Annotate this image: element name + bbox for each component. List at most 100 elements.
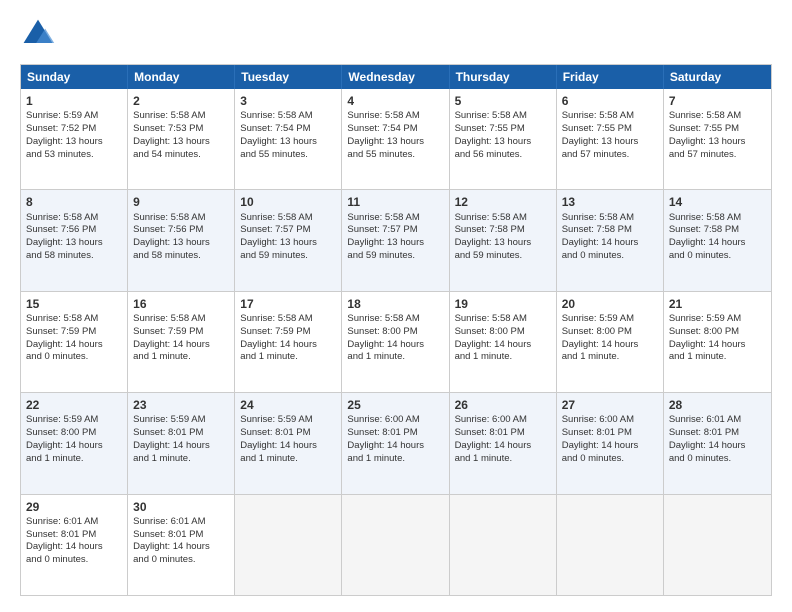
day-number: 17 [240,296,336,312]
day-info-line: and 0 minutes. [562,250,658,263]
day-cell-12: 12Sunrise: 5:58 AMSunset: 7:58 PMDayligh… [450,190,557,290]
day-info-line: Sunrise: 5:58 AM [347,110,443,123]
day-info-line: Daylight: 14 hours [133,339,229,352]
day-info-line: Sunset: 7:58 PM [562,224,658,237]
day-cell-25: 25Sunrise: 6:00 AMSunset: 8:01 PMDayligh… [342,393,449,493]
day-info-line: Sunset: 7:55 PM [562,123,658,136]
day-cell-13: 13 Sunrise: 5:58 AMSunset: 7:58 PMDayligh… [557,190,664,290]
day-info-line: Daylight: 13 hours [26,136,122,149]
day-info-line: Sunrise: 5:58 AM [240,212,336,225]
day-info-line: Sunrise: 5:59 AM [562,313,658,326]
day-cell-19: 19Sunrise: 5:58 AMSunset: 8:00 PMDayligh… [450,292,557,392]
weekday-header-saturday: Saturday [664,65,771,89]
day-info-line: and 58 minutes. [133,250,229,263]
day-number: 28 [669,397,766,413]
day-info-line: and 1 minute. [240,453,336,466]
day-info-line: and 0 minutes. [669,250,766,263]
day-info-line: Daylight: 14 hours [133,440,229,453]
day-cell-26: 26Sunrise: 6:00 AMSunset: 8:01 PMDayligh… [450,393,557,493]
day-number: 3 [240,93,336,109]
day-info-line: Sunset: 8:01 PM [133,427,229,440]
day-cell-11: 11Sunrise: 5:58 AMSunset: 7:57 PMDayligh… [342,190,449,290]
day-info-line: Sunrise: 5:58 AM [669,212,766,225]
day-info-line: Daylight: 14 hours [562,339,658,352]
day-info-line: Sunrise: 5:58 AM [562,212,658,225]
day-info-line: Daylight: 14 hours [347,440,443,453]
day-info-line: Sunrise: 5:59 AM [26,110,122,123]
day-info-line: Sunrise: 6:00 AM [562,414,658,427]
weekday-header-friday: Friday [557,65,664,89]
day-info-line: Daylight: 14 hours [26,541,122,554]
day-cell-4: 4Sunrise: 5:58 AMSunset: 7:54 PMDaylight… [342,89,449,189]
logo [20,16,62,52]
day-info-line: and 1 minute. [669,351,766,364]
day-number: 18 [347,296,443,312]
day-info-line: Sunset: 7:58 PM [669,224,766,237]
weekday-header-monday: Monday [128,65,235,89]
day-number: 2 [133,93,229,109]
day-cell-15: 15Sunrise: 5:58 AMSunset: 7:59 PMDayligh… [21,292,128,392]
day-info-line: and 1 minute. [347,453,443,466]
day-info-line: and 1 minute. [562,351,658,364]
day-number: 9 [133,194,229,210]
weekday-header-wednesday: Wednesday [342,65,449,89]
day-info-line: Sunset: 7:54 PM [347,123,443,136]
day-number: 6 [562,93,658,109]
day-info-line: Sunset: 8:01 PM [562,427,658,440]
day-info-line: Daylight: 13 hours [347,136,443,149]
day-info-line: Daylight: 14 hours [455,440,551,453]
day-cell-30: 30Sunrise: 6:01 AMSunset: 8:01 PMDayligh… [128,495,235,595]
day-info-line: and 53 minutes. [26,149,122,162]
day-number: 14 [669,194,766,210]
day-info-line: Sunset: 7:59 PM [133,326,229,339]
day-info-line: Daylight: 13 hours [240,237,336,250]
day-cell-28: 28Sunrise: 6:01 AMSunset: 8:01 PMDayligh… [664,393,771,493]
day-cell-14: 14Sunrise: 5:58 AMSunset: 7:58 PMDayligh… [664,190,771,290]
day-info-line: Sunrise: 5:58 AM [347,313,443,326]
day-number: 5 [455,93,551,109]
day-info-line: Sunset: 8:01 PM [240,427,336,440]
day-info-line: Daylight: 14 hours [347,339,443,352]
day-info-line: Sunset: 8:00 PM [347,326,443,339]
day-info-line: Daylight: 14 hours [562,237,658,250]
day-info-line: Sunrise: 6:00 AM [347,414,443,427]
day-info-line: Sunrise: 6:01 AM [669,414,766,427]
day-info-line: Daylight: 14 hours [455,339,551,352]
day-info-line: Sunset: 8:01 PM [26,529,122,542]
day-info-line: and 1 minute. [133,351,229,364]
day-info-line: and 1 minute. [240,351,336,364]
day-info-line: Sunset: 7:54 PM [240,123,336,136]
weekday-header-thursday: Thursday [450,65,557,89]
day-info-line: Sunset: 8:00 PM [26,427,122,440]
day-info-line: Sunrise: 5:58 AM [133,110,229,123]
day-cell-17: 17Sunrise: 5:58 AMSunset: 7:59 PMDayligh… [235,292,342,392]
day-cell-29: 29Sunrise: 6:01 AMSunset: 8:01 PMDayligh… [21,495,128,595]
day-number: 30 [133,499,229,515]
day-info-line: Sunrise: 5:58 AM [455,212,551,225]
day-cell-6: 6Sunrise: 5:58 AMSunset: 7:55 PMDaylight… [557,89,664,189]
empty-cell [450,495,557,595]
day-info-line: Daylight: 14 hours [240,440,336,453]
day-info-line: Sunset: 8:00 PM [669,326,766,339]
empty-cell [342,495,449,595]
day-info-line: Sunrise: 5:58 AM [240,313,336,326]
day-info-line: Daylight: 13 hours [26,237,122,250]
day-info-line: and 0 minutes. [26,351,122,364]
weekday-header-sunday: Sunday [21,65,128,89]
day-number: 13 [562,194,658,210]
day-info-line: Sunset: 8:01 PM [455,427,551,440]
day-info-line: and 0 minutes. [26,554,122,567]
day-number: 20 [562,296,658,312]
empty-cell [235,495,342,595]
day-info-line: Sunset: 7:57 PM [240,224,336,237]
weekday-header-tuesday: Tuesday [235,65,342,89]
day-number: 22 [26,397,122,413]
day-info-line: Sunrise: 5:58 AM [455,110,551,123]
day-info-line: and 57 minutes. [562,149,658,162]
day-info-line: Daylight: 13 hours [133,136,229,149]
day-cell-20: 20Sunrise: 5:59 AMSunset: 8:00 PMDayligh… [557,292,664,392]
day-info-line: Daylight: 13 hours [133,237,229,250]
day-cell-22: 22Sunrise: 5:59 AMSunset: 8:00 PMDayligh… [21,393,128,493]
day-info-line: Sunrise: 5:58 AM [133,313,229,326]
day-number: 24 [240,397,336,413]
